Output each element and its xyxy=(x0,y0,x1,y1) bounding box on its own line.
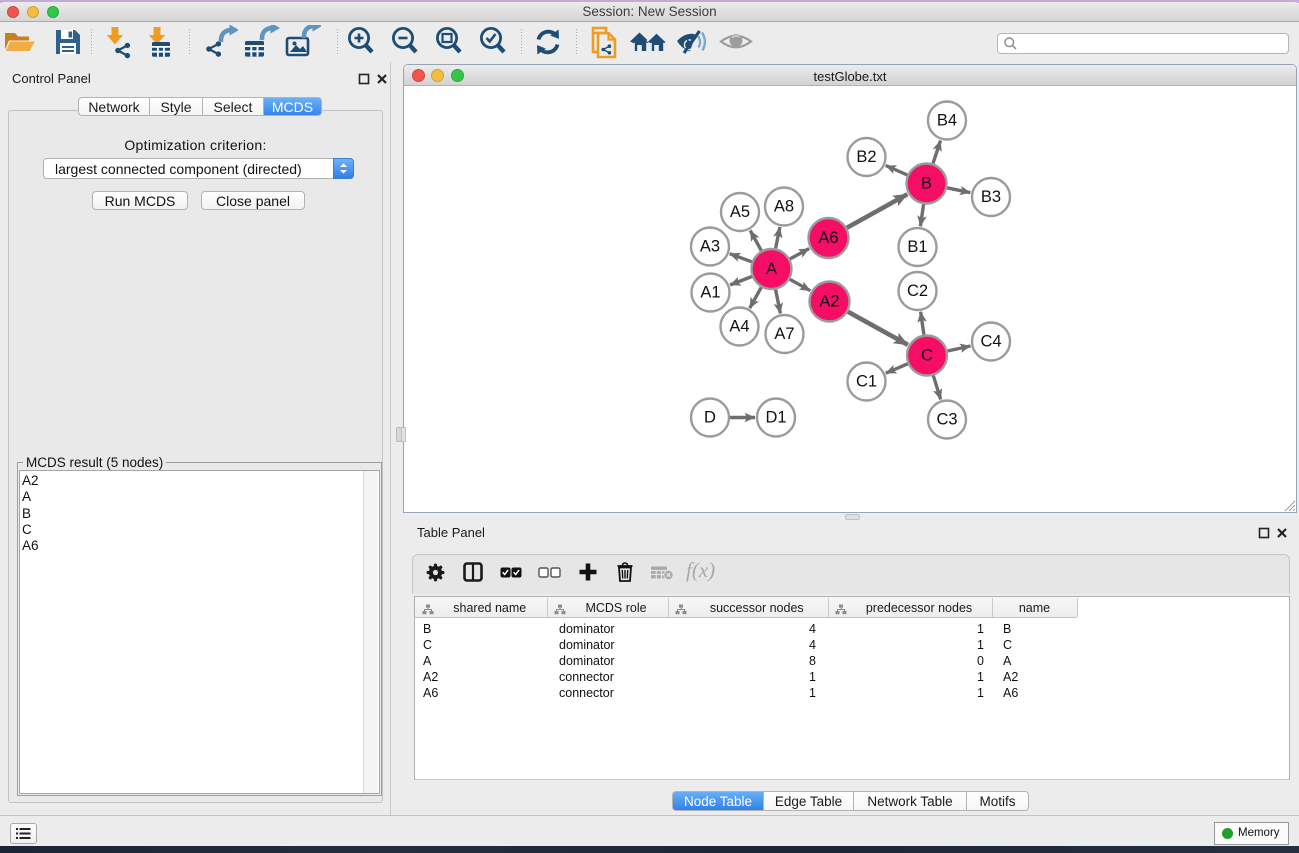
svg-text:C2: C2 xyxy=(907,282,928,300)
svg-text:A1: A1 xyxy=(700,284,720,302)
svg-text:C1: C1 xyxy=(856,373,877,391)
svg-text:A: A xyxy=(766,260,777,278)
svg-text:C3: C3 xyxy=(936,411,957,429)
svg-text:A8: A8 xyxy=(774,198,794,216)
svg-text:D: D xyxy=(704,409,716,427)
svg-text:C4: C4 xyxy=(980,333,1001,351)
svg-text:A6: A6 xyxy=(818,229,838,247)
svg-text:A5: A5 xyxy=(730,203,750,221)
svg-text:B1: B1 xyxy=(907,238,927,256)
svg-text:D1: D1 xyxy=(765,409,786,427)
svg-text:A4: A4 xyxy=(729,318,749,336)
svg-text:B2: B2 xyxy=(856,148,876,166)
svg-text:B3: B3 xyxy=(981,188,1001,206)
svg-text:B4: B4 xyxy=(937,112,957,130)
svg-text:B: B xyxy=(921,175,932,193)
svg-text:A3: A3 xyxy=(700,238,720,256)
svg-text:C: C xyxy=(921,347,933,365)
svg-text:A2: A2 xyxy=(819,293,839,311)
svg-text:A7: A7 xyxy=(774,325,794,343)
